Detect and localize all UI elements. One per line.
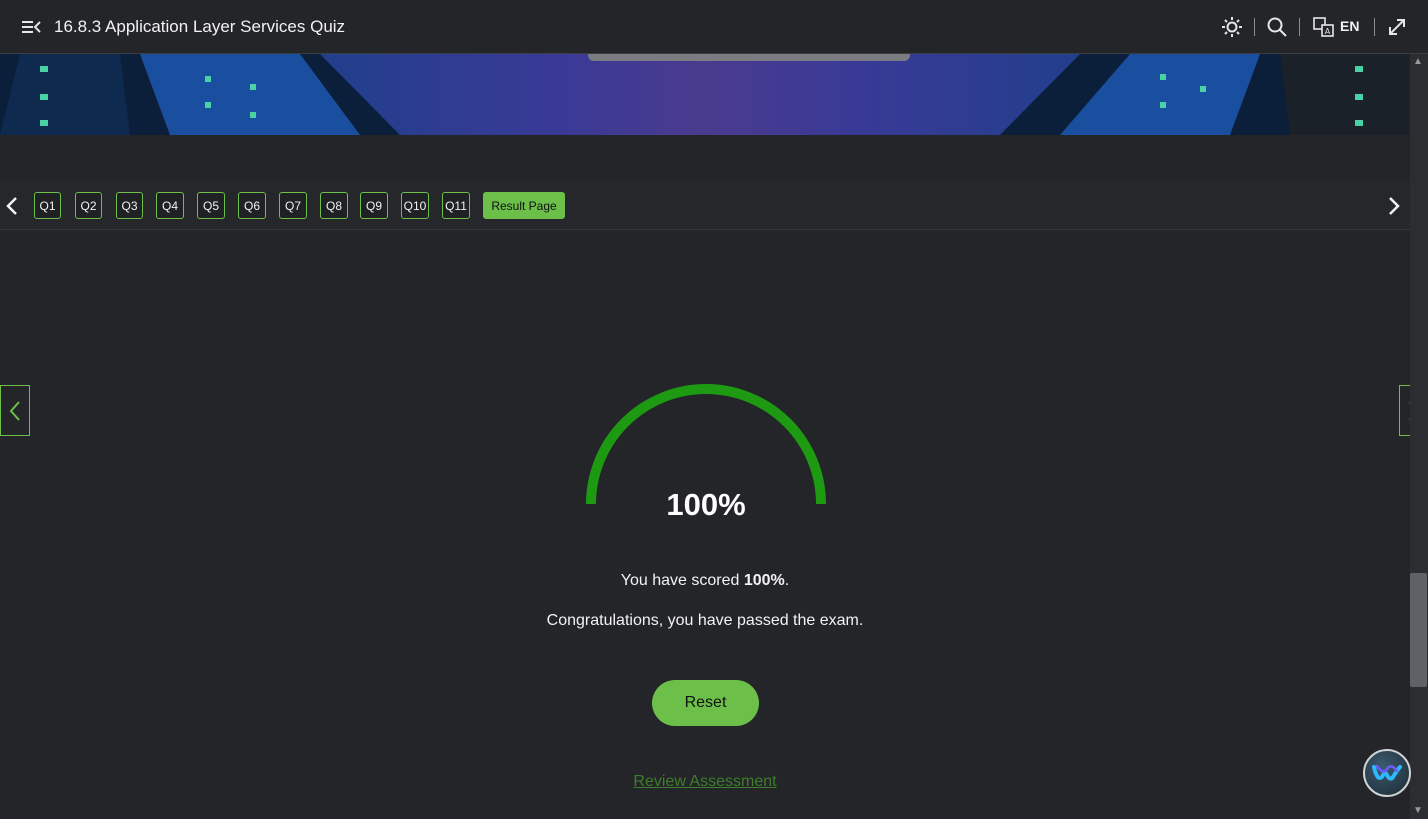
question-tab-q3[interactable]: Q3 — [116, 192, 143, 219]
course-banner-image — [0, 54, 1410, 135]
score-summary-suffix: . — [784, 572, 790, 589]
header-divider — [1254, 18, 1255, 36]
scrollbar-thumb[interactable] — [1410, 573, 1427, 687]
review-assessment-link[interactable]: Review Assessment — [555, 773, 855, 791]
header-divider — [1374, 18, 1375, 36]
chevron-right-icon[interactable] — [1384, 194, 1404, 218]
scroll-up-icon[interactable]: ▲ — [1413, 56, 1423, 67]
score-summary: You have scored 100%. — [505, 572, 905, 590]
collapse-menu-icon[interactable] — [20, 17, 42, 37]
header-divider — [1299, 18, 1300, 36]
question-tab-q10[interactable]: Q10 — [401, 192, 429, 219]
language-label[interactable]: EN — [1340, 18, 1359, 34]
question-tab-q6[interactable]: Q6 — [238, 192, 266, 219]
webex-icon — [1372, 764, 1402, 781]
pass-message: Congratulations, you have passed the exa… — [546, 612, 864, 629]
previous-page-button[interactable] — [0, 385, 30, 436]
reset-button[interactable]: Reset — [652, 680, 759, 726]
banner-bar — [588, 54, 910, 61]
chevron-left-icon[interactable] — [2, 194, 22, 218]
question-tab-q5[interactable]: Q5 — [197, 192, 225, 219]
result-page-tab[interactable]: Result Page — [483, 192, 565, 219]
score-summary-prefix: You have scored — [620, 572, 744, 589]
question-tab-q1[interactable]: Q1 — [34, 192, 61, 219]
scroll-down-icon[interactable]: ▼ — [1413, 805, 1423, 816]
brightness-icon[interactable] — [1220, 15, 1244, 39]
score-percentage: 100% — [666, 487, 746, 522]
question-tab-q8[interactable]: Q8 — [320, 192, 348, 219]
chevron-left-icon — [9, 400, 20, 421]
question-tab-q9[interactable]: Q9 — [360, 192, 388, 219]
app-header: 16.8.3 Application Layer Services Quiz A… — [0, 0, 1428, 54]
server-racks-illustration — [0, 54, 1410, 135]
fullscreen-icon[interactable] — [1385, 15, 1409, 39]
question-tab-q11[interactable]: Q11 — [442, 192, 470, 219]
question-tab-q7[interactable]: Q7 — [279, 192, 307, 219]
score-summary-value: 100% — [743, 572, 785, 589]
svg-text:A: A — [1325, 27, 1331, 36]
question-tab-q2[interactable]: Q2 — [75, 192, 102, 219]
page-title: 16.8.3 Application Layer Services Quiz — [54, 17, 346, 36]
question-navigation: Q1 Q2 Q3 Q4 Q5 Q6 Q7 Q8 Q9 Q10 Q11 Resul… — [0, 182, 1410, 230]
question-tab-q4[interactable]: Q4 — [156, 192, 184, 219]
scrollbar-track[interactable] — [1410, 54, 1428, 819]
search-icon[interactable] — [1265, 15, 1289, 39]
webex-assistant-button[interactable] — [1363, 749, 1411, 797]
translate-icon[interactable]: A — [1312, 15, 1336, 39]
